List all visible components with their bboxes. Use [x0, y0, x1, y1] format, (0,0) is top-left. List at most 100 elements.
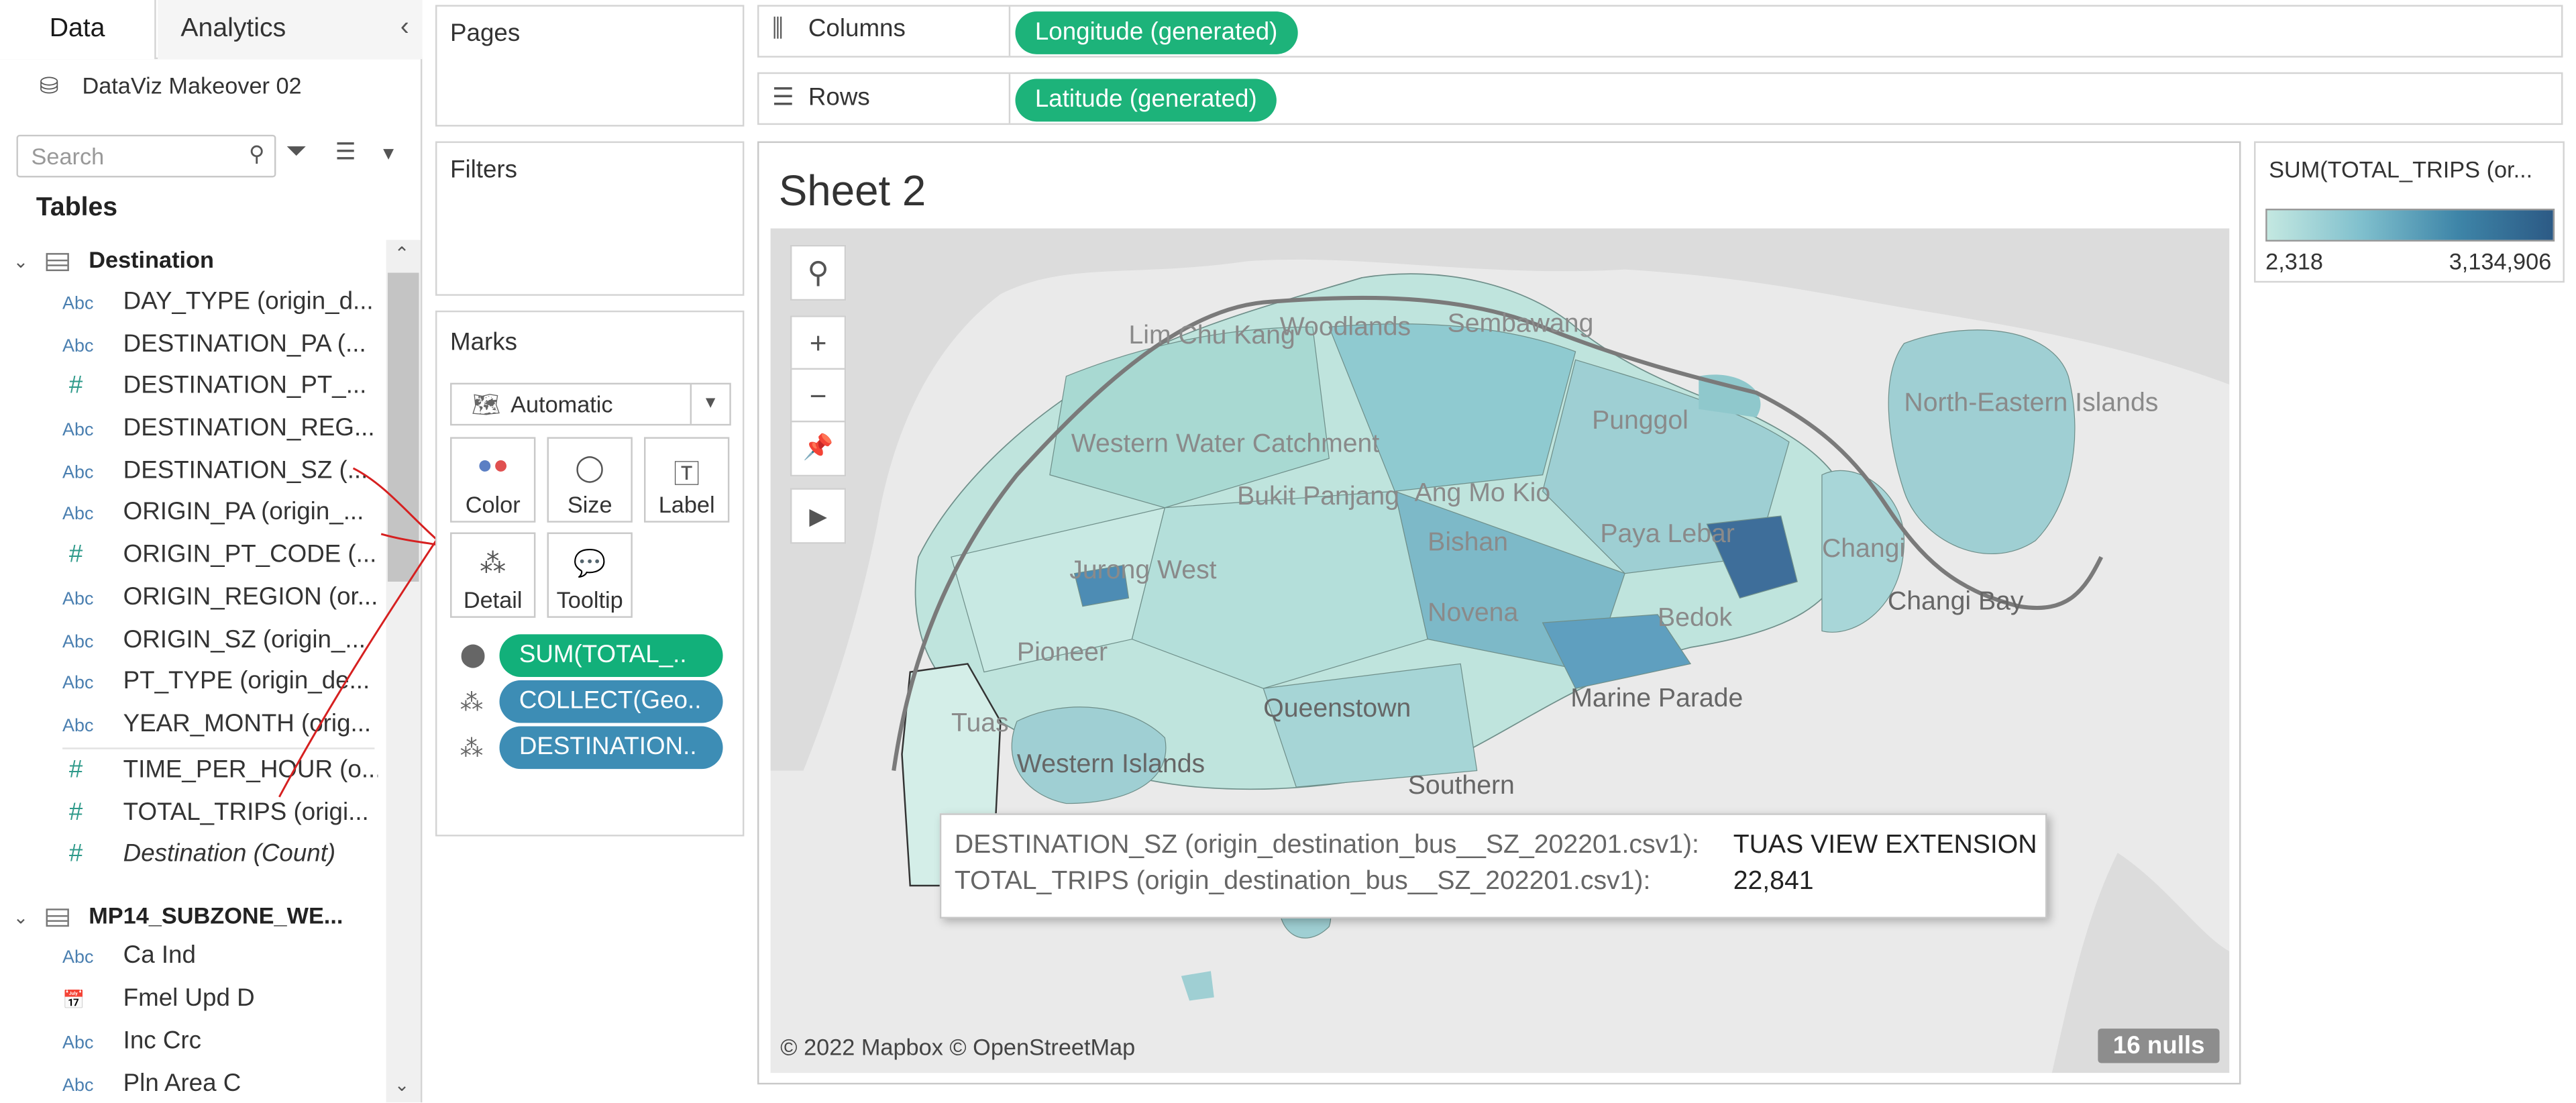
number-type-icon: #: [68, 755, 83, 784]
string-type-icon: Abc: [62, 632, 94, 653]
field-destination-reg[interactable]: Abc DESTINATION_REG...: [62, 409, 378, 449]
rows-shelf[interactable]: ☰ Rows Latitude (generated): [757, 72, 2563, 125]
tooltip-value: 22,841: [1733, 868, 1814, 896]
map-icon: 🗺: [471, 390, 501, 418]
tab-data[interactable]: Data: [0, 0, 156, 60]
map-attribution[interactable]: © 2022 Mapbox © OpenStreetMap: [780, 1033, 1135, 1059]
table-name: Destination: [89, 246, 214, 273]
color-legend[interactable]: SUM(TOTAL_TRIPS (or... 2,318 3,134,906: [2254, 141, 2565, 283]
pill-destination[interactable]: DESTINATION..: [499, 726, 723, 770]
map-tooltip: DESTINATION_SZ (origin_destination_bus__…: [939, 813, 2047, 918]
table-name: MP14_SUBZONE_WE...: [89, 902, 343, 929]
chevron-down-icon[interactable]: ⌄: [13, 243, 40, 282]
field-label: DESTINATION_PT_...: [123, 371, 367, 400]
search-input[interactable]: Search ⚲: [16, 134, 276, 178]
tooltip-key: DESTINATION_SZ (origin_destination_bus__…: [954, 831, 1699, 859]
sheet-title[interactable]: Sheet 2: [779, 166, 926, 217]
map-label: Changi Bay: [1887, 588, 2024, 617]
size-button[interactable]: ◯ Size: [547, 437, 633, 523]
map-label: Sembawang: [1447, 310, 1594, 339]
field-ca-ind[interactable]: Abc Ca Ind: [62, 937, 378, 976]
rows-label: ☰ Rows: [772, 82, 870, 112]
pin-icon[interactable]: 📌: [790, 420, 847, 477]
field-day-type[interactable]: Abc DAY_TYPE (origin_d...: [62, 282, 378, 322]
datasource-name: DataViz Makeover 02: [82, 72, 302, 99]
number-type-icon: #: [68, 798, 83, 827]
chevron-down-icon[interactable]: ▼: [380, 145, 398, 164]
rows-icon: ☰: [772, 83, 794, 112]
map-label: Lim Chu Kang: [1128, 322, 1295, 350]
map-toolbar: ⚲ + − 📌 ▶: [790, 244, 847, 544]
chevron-down-icon[interactable]: ▼: [690, 384, 730, 424]
filter-icon[interactable]: ⏷: [286, 138, 307, 168]
button-label: Detail: [463, 586, 523, 613]
map-label: Jurong West: [1069, 557, 1217, 585]
pill-collect-geo[interactable]: COLLECT(Geo..: [499, 680, 723, 723]
map-label: Bishan: [1428, 529, 1508, 558]
field-label: Ca Ind: [123, 941, 196, 969]
number-type-icon: #: [68, 839, 83, 868]
legend-gradient: [2265, 209, 2555, 242]
filters-card[interactable]: Filters: [435, 141, 745, 296]
pill-sum-total-trips[interactable]: SUM(TOTAL_..: [499, 634, 723, 677]
datasource-icon: ⛁: [39, 72, 59, 99]
button-label: Color: [465, 491, 521, 518]
columns-shelf[interactable]: ⫼ Columns Longitude (generated): [757, 5, 2563, 58]
map-label: Tuas: [951, 709, 1009, 738]
pill-longitude[interactable]: Longitude (generated): [1015, 11, 1297, 54]
color-button[interactable]: ●● Color: [450, 437, 536, 523]
field-destination-count[interactable]: # Destination (Count): [62, 835, 378, 874]
columns-label: ⫼ Columns: [772, 15, 906, 43]
map-search-icon[interactable]: ⚲: [790, 244, 847, 301]
datasource[interactable]: ⛁ DataViz Makeover 02: [40, 66, 302, 105]
field-destination-pt[interactable]: # DESTINATION_PT_...: [62, 366, 378, 406]
map-label: Novena: [1428, 599, 1519, 628]
zoom-out-icon[interactable]: −: [790, 368, 847, 424]
zoom-in-icon[interactable]: +: [790, 315, 847, 372]
tables-header: Tables: [36, 193, 118, 222]
mark-type-dropdown[interactable]: 🗺 Automatic ▼: [450, 382, 731, 426]
pill-latitude[interactable]: Latitude (generated): [1015, 78, 1277, 122]
view-list-icon[interactable]: ☰: [335, 138, 356, 166]
map-label: Changi: [1821, 535, 1906, 564]
label-button[interactable]: 🅃 Label: [644, 437, 730, 523]
detail-button[interactable]: ⁂ Detail: [450, 532, 536, 618]
scroll-up-icon[interactable]: ⌃: [394, 243, 410, 264]
map-label: Western Islands: [1016, 751, 1205, 779]
map-label: Bedok: [1658, 605, 1733, 633]
nulls-indicator[interactable]: 16 nulls: [2098, 1029, 2220, 1063]
field-inc-crc[interactable]: Abc Inc Crc: [62, 1022, 378, 1061]
string-type-icon: Abc: [62, 674, 94, 694]
table-mp14-subzone[interactable]: ⌄ MP14_SUBZONE_WE...: [13, 896, 343, 935]
table-destination[interactable]: ⌄ Destination: [13, 240, 214, 280]
scroll-down-icon[interactable]: ⌄: [394, 1075, 410, 1096]
map-label: Marine Parade: [1570, 685, 1743, 713]
field-fmel-upd-d[interactable]: 📅 Fmel Upd D: [62, 980, 378, 1019]
tooltip-button[interactable]: 💬 Tooltip: [547, 532, 633, 618]
tab-analytics[interactable]: Analytics: [158, 0, 423, 60]
field-label: Pln Area C: [123, 1069, 241, 1098]
string-type-icon: Abc: [62, 504, 94, 525]
map-label: North-Eastern Islands: [1904, 389, 2159, 418]
field-pln-area-c[interactable]: Abc Pln Area C: [62, 1065, 378, 1102]
string-type-icon: Abc: [62, 716, 94, 737]
marks-card: Marks 🗺 Automatic ▼ ●● Color ◯ Size 🅃 Label …: [435, 310, 745, 837]
field-destination-pa[interactable]: Abc DESTINATION_PA (...: [62, 325, 378, 365]
play-icon[interactable]: ▶: [790, 488, 847, 544]
map-label: Western Water Catchment: [1071, 430, 1380, 459]
detail-icon: ⁂: [460, 734, 484, 761]
pages-title: Pages: [450, 19, 521, 48]
map[interactable]: Lim Chu Kang Woodlands Sembawang Western…: [770, 228, 2230, 1073]
tooltip-value: TUAS VIEW EXTENSION: [1733, 831, 2037, 859]
map-label: Woodlands: [1279, 313, 1411, 342]
table-icon: [46, 908, 69, 927]
chevron-down-icon[interactable]: ⌄: [13, 899, 40, 939]
string-type-icon: Abc: [62, 337, 94, 357]
collapse-pane-icon[interactable]: ‹: [400, 13, 409, 43]
tooltip-icon: 💬: [573, 550, 606, 579]
map-label: Bukit Panjang: [1237, 483, 1399, 511]
calendar-icon: 📅: [62, 990, 85, 1011]
pages-card[interactable]: Pages: [435, 5, 745, 127]
color-icon: ⬤: [460, 641, 486, 668]
data-pane: Data Analytics ‹ ⛁ DataViz Makeover 02 Se…: [0, 0, 458, 1103]
